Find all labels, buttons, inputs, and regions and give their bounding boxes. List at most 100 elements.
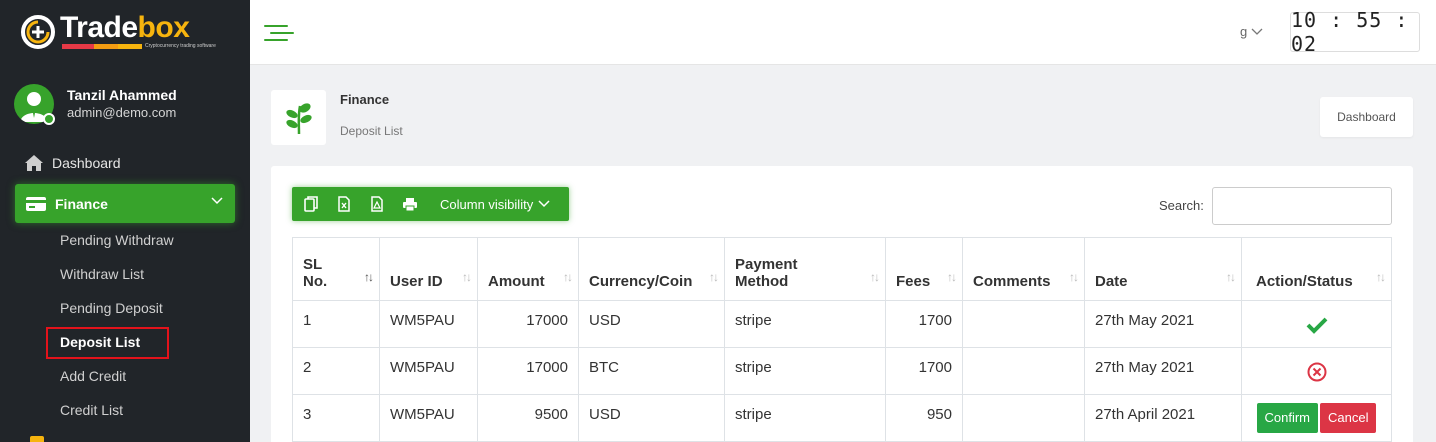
sort-icon: ↑↓ [364, 270, 374, 284]
search-label: Search: [1159, 198, 1204, 213]
cell-payment-method: stripe [724, 394, 886, 442]
user-profile[interactable]: Tanzil Ahammed admin@demo.com [14, 82, 244, 126]
print-button[interactable] [393, 187, 426, 221]
credit-card-icon [26, 196, 46, 211]
excel-file-icon [337, 196, 350, 212]
confirm-button[interactable]: Confirm [1256, 403, 1319, 433]
table-row: 1 WM5PAU 17000 USD stripe 1700 27th May … [292, 300, 1392, 348]
chevron-down-icon [211, 197, 223, 205]
excel-export-button[interactable] [327, 187, 360, 221]
top-header: g 10 : 55 : 02 [250, 0, 1436, 65]
table-header-row: SL No. ↑↓ User ID ↑↓ Amount ↑↓ Currency/Coi… [292, 237, 1392, 301]
user-email: admin@demo.com [67, 105, 177, 120]
cell-currency: USD [578, 394, 725, 442]
column-header-currency[interactable]: Currency/Coin ↑↓ [578, 237, 725, 301]
sidebar-item-pending-deposit[interactable]: Pending Deposit [60, 300, 163, 316]
cell-action-status [1241, 300, 1392, 348]
cell-user-id: WM5PAU [379, 347, 478, 395]
tradebox-logo-icon [21, 15, 55, 49]
brand-tagline: Cryptocurrency trading software [145, 43, 216, 49]
user-name: Tanzil Ahammed [67, 87, 177, 103]
sidebar-item-deposit-list[interactable]: Deposit List [60, 334, 140, 350]
column-header-date[interactable]: Date ↑↓ [1084, 237, 1242, 301]
column-header-sl[interactable]: SL No. ↑↓ [292, 237, 380, 301]
cell-date: 27th April 2021 [1084, 394, 1242, 442]
cell-date: 27th May 2021 [1084, 347, 1242, 395]
column-header-fees[interactable]: Fees ↑↓ [885, 237, 963, 301]
cell-comments [962, 347, 1085, 395]
cell-payment-method: stripe [724, 300, 886, 348]
search-input[interactable] [1212, 187, 1392, 225]
cell-user-id: WM5PAU [379, 300, 478, 348]
sidebar: Tradebox Cryptocurrency trading software… [0, 0, 250, 442]
column-header-payment-method[interactable]: Payment Method ↑↓ [724, 237, 886, 301]
cell-fees: 1700 [885, 300, 963, 348]
rejected-circle-x-icon [1307, 362, 1326, 382]
sort-icon: ↑↓ [563, 270, 573, 284]
sort-icon: ↑↓ [870, 270, 880, 284]
cell-sl: 2 [292, 347, 380, 395]
deposit-table: SL No. ↑↓ User ID ↑↓ Amount ↑↓ Currency/Coi… [292, 237, 1392, 442]
checkmark-icon [1306, 317, 1327, 334]
cell-comments [962, 394, 1085, 442]
pdf-export-button[interactable] [360, 187, 393, 221]
table-row: 3 WM5PAU 9500 USD stripe 950 27th April … [292, 394, 1392, 442]
cell-comments [962, 300, 1085, 348]
cell-fees: 950 [885, 394, 963, 442]
brand-underline [62, 44, 142, 49]
table-row: 2 WM5PAU 17000 BTC stripe 1700 27th May … [292, 347, 1392, 395]
column-visibility-button[interactable]: Column visibility [440, 197, 550, 212]
cell-fees: 1700 [885, 347, 963, 395]
sidebar-item-finance[interactable]: Finance [15, 184, 235, 223]
cell-amount: 17000 [477, 300, 579, 348]
printer-icon [402, 197, 417, 211]
language-selector[interactable]: g [1240, 24, 1263, 39]
cell-payment-method: stripe [724, 347, 886, 395]
copy-button[interactable] [294, 187, 327, 221]
brand-logo[interactable]: Tradebox Cryptocurrency trading software [20, 12, 230, 52]
sidebar-item-credit-list[interactable]: Credit List [60, 402, 123, 418]
cell-sl: 1 [292, 300, 380, 348]
cell-sl: 3 [292, 394, 380, 442]
page-subtitle: Deposit List [340, 124, 403, 138]
sort-icon: ↑↓ [1069, 270, 1079, 284]
cell-currency: USD [578, 300, 725, 348]
cell-amount: 17000 [477, 347, 579, 395]
online-status-dot [43, 113, 55, 125]
home-icon [25, 155, 43, 171]
dashboard-breadcrumb-button[interactable]: Dashboard [1320, 97, 1413, 137]
page-icon [271, 90, 326, 145]
sort-icon: ↑↓ [1226, 270, 1236, 284]
cell-user-id: WM5PAU [379, 394, 478, 442]
cell-action-status [1241, 347, 1392, 395]
sidebar-item-add-credit[interactable]: Add Credit [60, 368, 126, 384]
page-title: Finance [340, 92, 390, 107]
cancel-button[interactable]: Cancel [1320, 403, 1377, 433]
brand-name: Tradebox [60, 11, 190, 44]
pdf-file-icon [370, 196, 383, 212]
cell-amount: 9500 [477, 394, 579, 442]
sidebar-item-dashboard[interactable]: Dashboard [24, 152, 121, 174]
column-visibility-label: Column visibility [440, 196, 534, 212]
copy-icon [303, 196, 318, 212]
chevron-down-icon [538, 200, 550, 208]
column-header-action-status[interactable]: Action/Status ↑↓ [1241, 237, 1392, 301]
digital-clock: 10 : 55 : 02 [1290, 8, 1420, 56]
cell-date: 27th May 2021 [1084, 300, 1242, 348]
sort-icon: ↑↓ [462, 270, 472, 284]
sort-icon: ↑↓ [947, 270, 957, 284]
leaf-icon [285, 102, 312, 134]
column-header-user-id[interactable]: User ID ↑↓ [379, 237, 478, 301]
language-label: g [1240, 24, 1248, 39]
sidebar-item-label: Dashboard [52, 155, 121, 171]
sort-icon: ↑↓ [709, 270, 719, 284]
sidebar-item-pending-withdraw[interactable]: Pending Withdraw [60, 232, 174, 248]
sidebar-item-label: Finance [55, 195, 108, 212]
column-header-comments[interactable]: Comments ↑↓ [962, 237, 1085, 301]
sort-icon: ↑↓ [1376, 270, 1386, 284]
column-header-amount[interactable]: Amount ↑↓ [477, 237, 579, 301]
chevron-down-icon [1251, 28, 1263, 35]
sidebar-item-withdraw-list[interactable]: Withdraw List [60, 266, 144, 282]
cell-action-status: Confirm Cancel [1241, 394, 1392, 442]
menu-toggle-icon[interactable] [264, 23, 294, 43]
